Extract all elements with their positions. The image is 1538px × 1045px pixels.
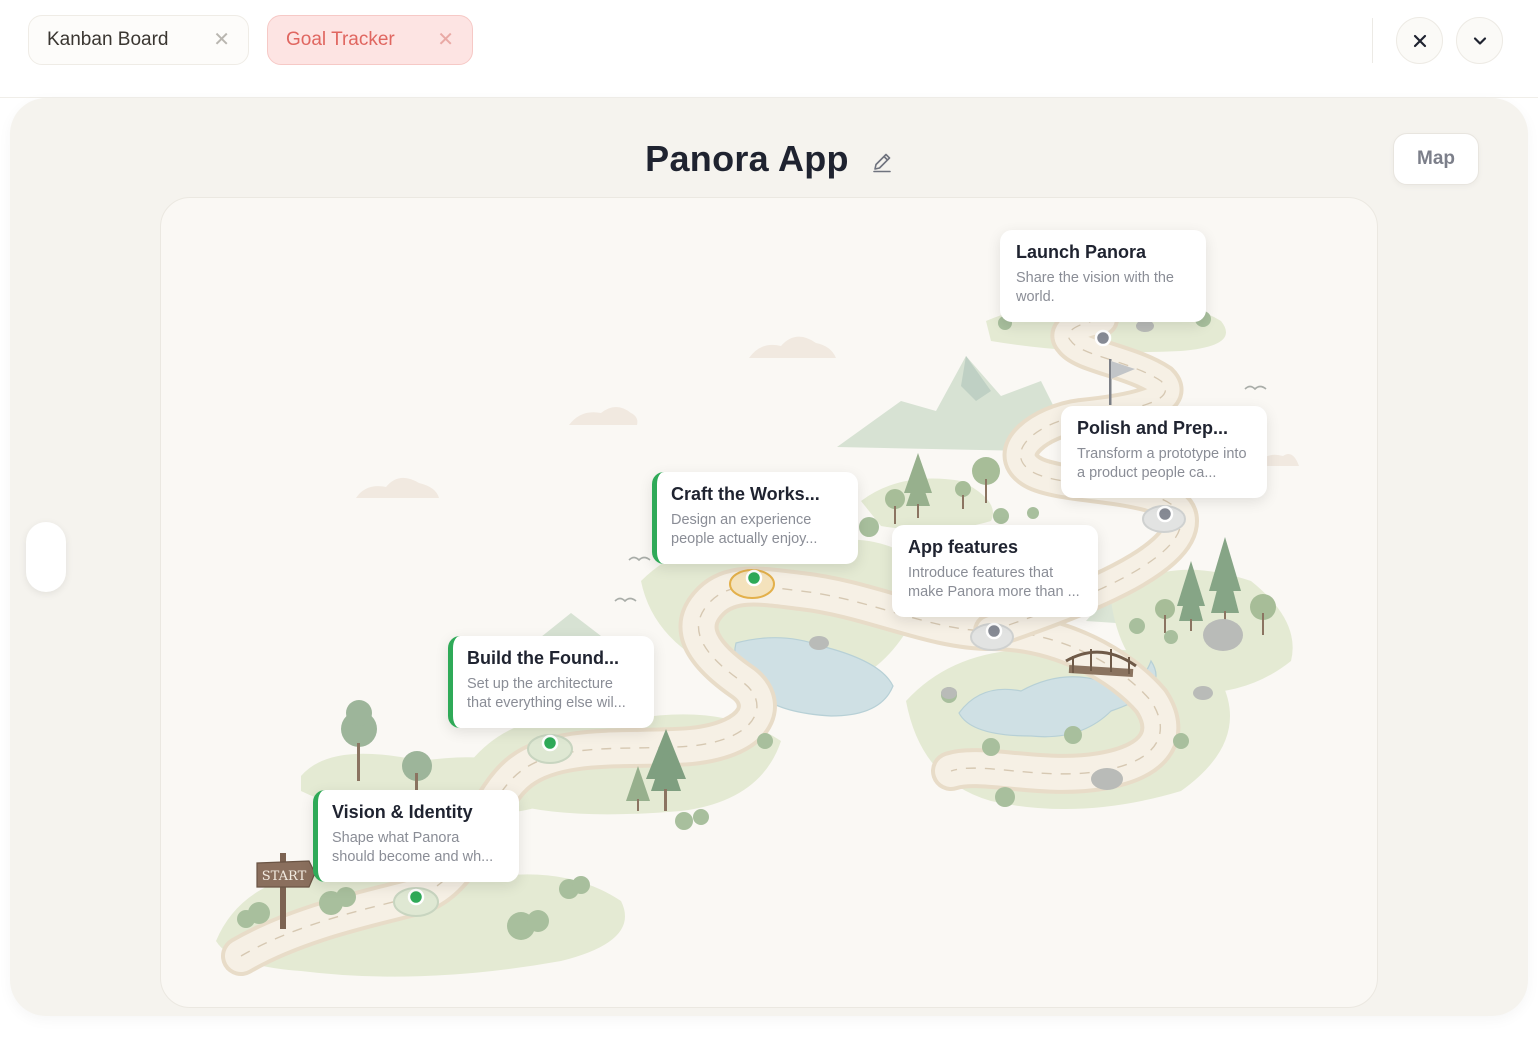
page-title: Panora App [645,138,849,179]
title-row: Panora App [0,136,1538,182]
marker-features [970,622,1014,651]
marker-foundation [527,734,573,764]
tab-bar: Kanban Board ✕ Goal Tracker ✕ [0,0,1538,98]
chevron-down-icon [1473,36,1486,45]
close-icon[interactable]: ✕ [437,30,454,50]
tab-label: Goal Tracker [286,29,395,50]
pencil-icon[interactable] [871,151,893,173]
milestone-title: Build the Found... [467,648,619,668]
tabs-dropdown-button[interactable] [1456,17,1503,64]
marker-launch [1094,329,1112,347]
sidebar-toggle-handle[interactable] [26,522,66,592]
milestone-description: Transform a prototype into a product peo… [1077,446,1247,481]
milestone-card-vision-identity[interactable]: Vision & Identity Shape what Panora shou… [313,790,519,882]
milestone-title: Launch Panora [1016,242,1147,262]
milestone-card-craft-workspace[interactable]: Craft the Works... Design an experience … [652,472,858,564]
milestone-card-app-features[interactable]: App features Introduce features that mak… [892,525,1098,617]
milestone-card-build-foundation[interactable]: Build the Found... Set up the architectu… [448,636,654,728]
marker-workspace [729,569,775,599]
milestone-title: Craft the Works... [671,484,820,504]
divider [1372,18,1373,63]
roadmap-canvas: START Vision & Identity Shape what Panor… [160,197,1378,1008]
tab-goal-tracker[interactable]: Goal Tracker ✕ [267,15,473,65]
marker-vision [393,887,439,917]
milestone-card-polish-prep[interactable]: Polish and Prep... Transform a prototype… [1061,406,1267,498]
milestone-title: App features [908,537,1019,557]
tab-kanban-board[interactable]: Kanban Board ✕ [28,15,249,65]
map-view-button[interactable]: Map [1393,133,1479,185]
milestone-title: Vision & Identity [332,802,473,822]
milestone-card-launch-panora[interactable]: Launch Panora Share the vision with the … [1000,230,1206,322]
marker-polish [1142,505,1186,533]
start-sign-label: START [262,869,307,884]
tab-label: Kanban Board [47,29,169,50]
milestone-description: Share the vision with the world. [1016,270,1174,305]
close-icon[interactable]: ✕ [213,30,230,50]
close-window-button[interactable] [1396,17,1443,64]
milestone-description: Introduce features that make Panora more… [908,565,1080,600]
milestone-description: Set up the architecture that everything … [467,676,626,711]
milestone-description: Design an experience people actually enj… [671,512,818,547]
milestone-description: Shape what Panora should become and wh..… [332,830,494,865]
close-icon [1413,34,1426,47]
milestone-title: Polish and Prep... [1077,418,1229,438]
